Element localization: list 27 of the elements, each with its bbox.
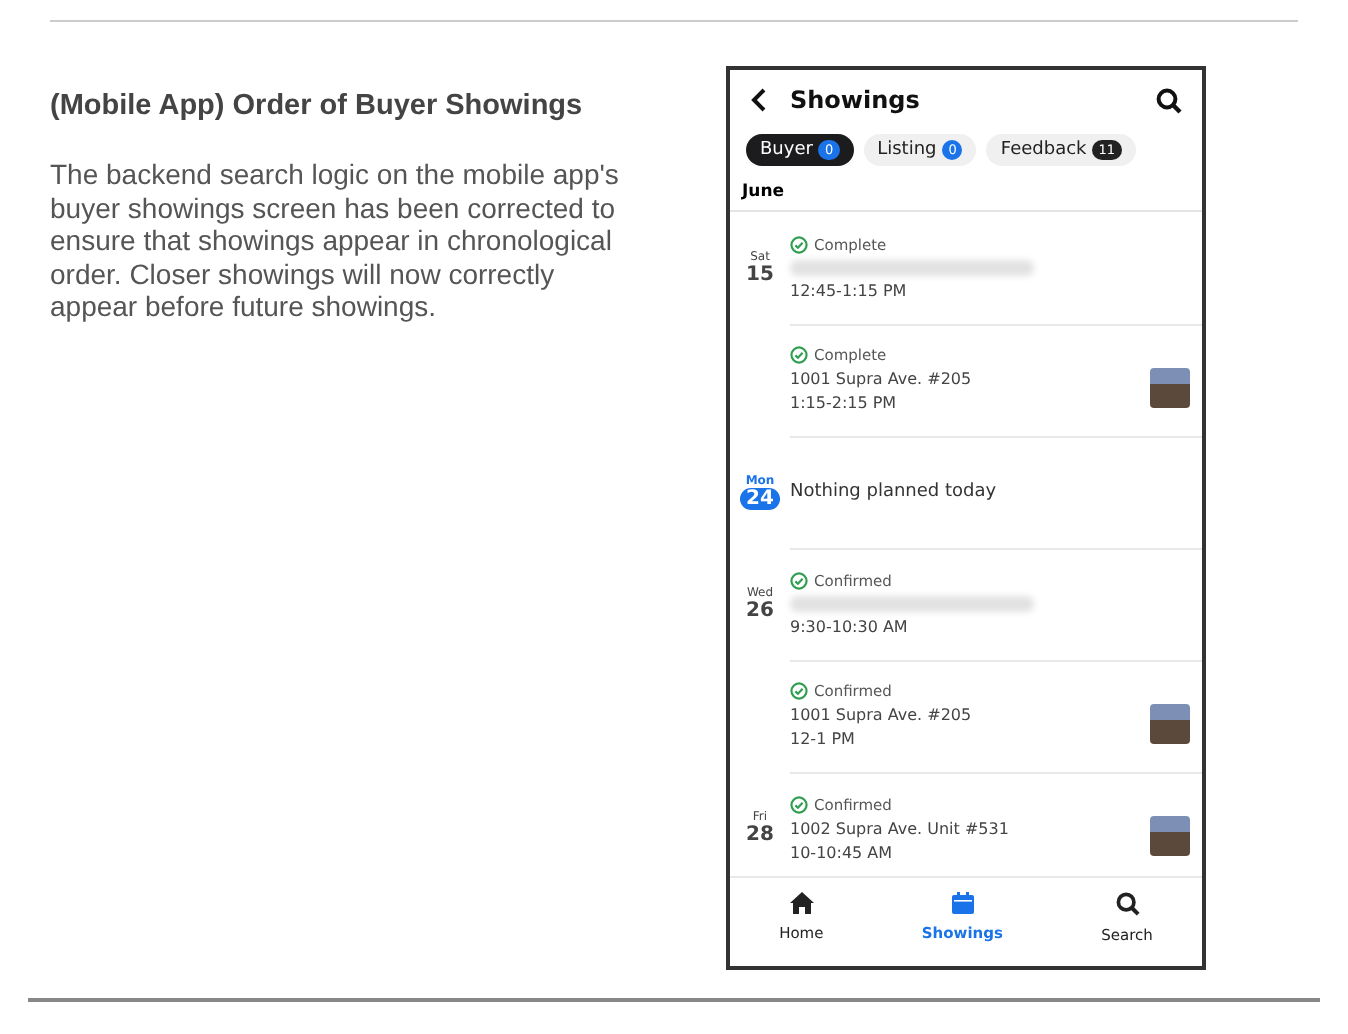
date-number: 24 — [740, 488, 780, 510]
date-number: 26 — [746, 600, 774, 622]
address-text: 1001 Supra Ave. #205 — [790, 370, 974, 388]
address-text: 1001 Supra Ave. #205 — [790, 706, 974, 724]
check-circle-icon — [790, 795, 808, 813]
check-circle-icon — [790, 682, 808, 700]
date-number: 15 — [746, 264, 774, 286]
time-text: 10-10:45 AM — [790, 843, 895, 861]
check-circle-icon — [790, 346, 808, 364]
article-title: (Mobile App) Order of Buyer Showings — [50, 90, 585, 122]
calendar-icon — [951, 892, 974, 914]
time-text: 12-1 PM — [790, 730, 857, 748]
time-text: 1:15-2:15 PM — [790, 394, 899, 412]
time-text: 9:30-10:30 AM — [790, 617, 910, 635]
back-icon[interactable] — [750, 88, 770, 112]
article-body: The backend search logic on the mobile app's buyer showings screen has been corrected to ensure that showings appear in chronological order. Closer showings will now correctly appear before future showings. — [50, 158, 621, 323]
date-number: 28 — [746, 824, 774, 846]
screen-title: Showings — [790, 86, 922, 114]
home-icon — [789, 892, 814, 914]
check-circle-icon — [790, 571, 808, 589]
search-icon — [1115, 892, 1140, 916]
search-icon[interactable] — [1156, 87, 1182, 113]
empty-message: Nothing planned today — [790, 481, 999, 501]
month-label: June — [730, 174, 1202, 212]
address-text: 1002 Supra Ave. Unit #531 — [790, 819, 1011, 837]
check-circle-icon — [790, 235, 808, 253]
time-text: 12:45-1:15 PM — [790, 281, 909, 299]
